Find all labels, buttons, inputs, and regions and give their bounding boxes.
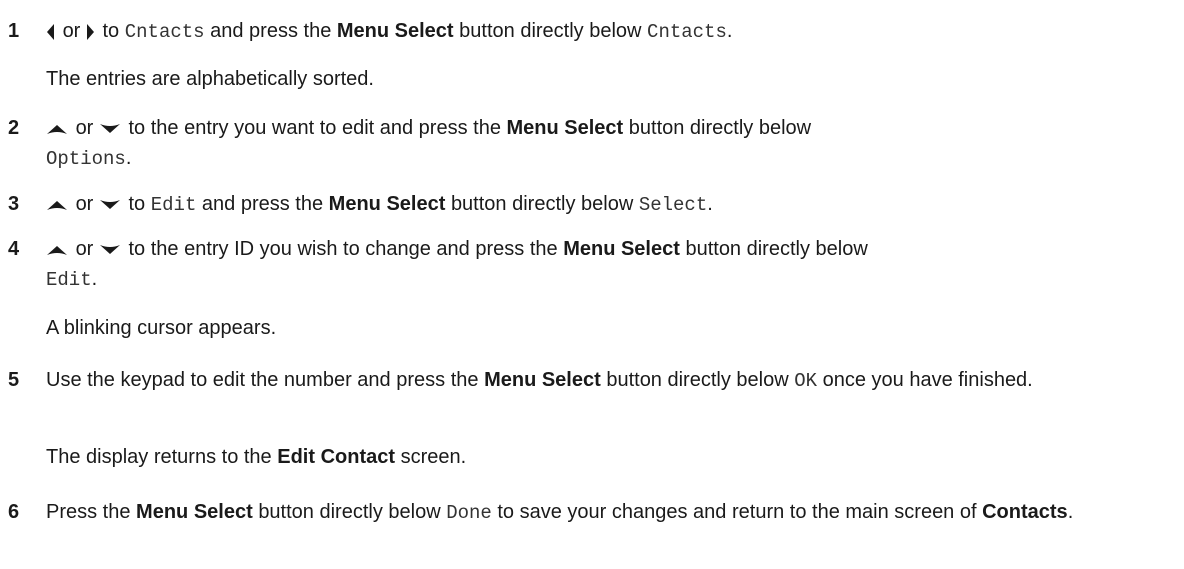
screen-label: Select	[638, 194, 708, 216]
step-text: or to the entry ID you wish to change an…	[46, 238, 868, 291]
screen-label: Cntacts	[647, 21, 727, 43]
step-number: 1	[8, 20, 20, 42]
screen-label: Edit	[150, 194, 197, 216]
step-1: 1 or to Cntacts and press the Menu Selec…	[8, 16, 1176, 47]
right-arrow-icon	[86, 23, 95, 41]
step-text: Use the keypad to edit the number and pr…	[46, 369, 1033, 392]
step-number: 5	[8, 369, 20, 391]
up-arrow-icon	[46, 199, 68, 211]
up-arrow-icon	[46, 123, 68, 135]
step-number: 3	[8, 193, 20, 215]
step-text: or to Edit and press the Menu Select but…	[46, 189, 1176, 220]
screen-name: Contacts	[982, 501, 1068, 523]
step-number: 2	[8, 117, 20, 139]
step-5: 5 Use the keypad to edit the number and …	[8, 365, 1176, 396]
step-number: 4	[8, 238, 20, 260]
screen-label: OK	[794, 370, 818, 392]
step-1-note: The entries are alphabetically sorted.	[46, 68, 374, 90]
screen-label: Cntacts	[124, 21, 205, 43]
button-name: Menu Select	[336, 20, 454, 42]
screen-label: Options	[46, 148, 126, 170]
down-arrow-icon	[99, 123, 121, 135]
step-2: 2 or to the entry you want to edit and p…	[8, 113, 1176, 174]
step-number: 6	[8, 501, 20, 523]
step-6: 6 Press the Menu Select button directly …	[8, 497, 1176, 528]
button-name: Menu Select	[328, 193, 446, 215]
screen-label: Done	[446, 502, 492, 524]
down-arrow-icon	[99, 244, 121, 256]
step-text: or to Cntacts and press the Menu Select …	[46, 16, 1176, 47]
button-name: Menu Select	[484, 369, 601, 391]
step-4-note: A blinking cursor appears.	[46, 317, 277, 339]
step-4: 4 or to the entry ID you wish to change …	[8, 234, 1176, 295]
screen-label: Edit	[46, 269, 92, 291]
step-3: 3 or to Edit and press the Menu Select b…	[8, 189, 1176, 220]
screen-name: Edit Contact	[277, 446, 396, 468]
up-arrow-icon	[46, 244, 68, 256]
left-arrow-icon	[46, 23, 55, 41]
step-text: Press the Menu Select button directly be…	[46, 501, 1074, 524]
button-name: Menu Select	[136, 501, 253, 523]
step-text: or to the entry you want to edit and pre…	[46, 117, 812, 170]
button-name: Menu Select	[506, 117, 624, 139]
step-5-note: The display returns to the Edit Contact …	[46, 446, 467, 468]
button-name: Menu Select	[563, 238, 680, 260]
down-arrow-icon	[99, 199, 121, 211]
